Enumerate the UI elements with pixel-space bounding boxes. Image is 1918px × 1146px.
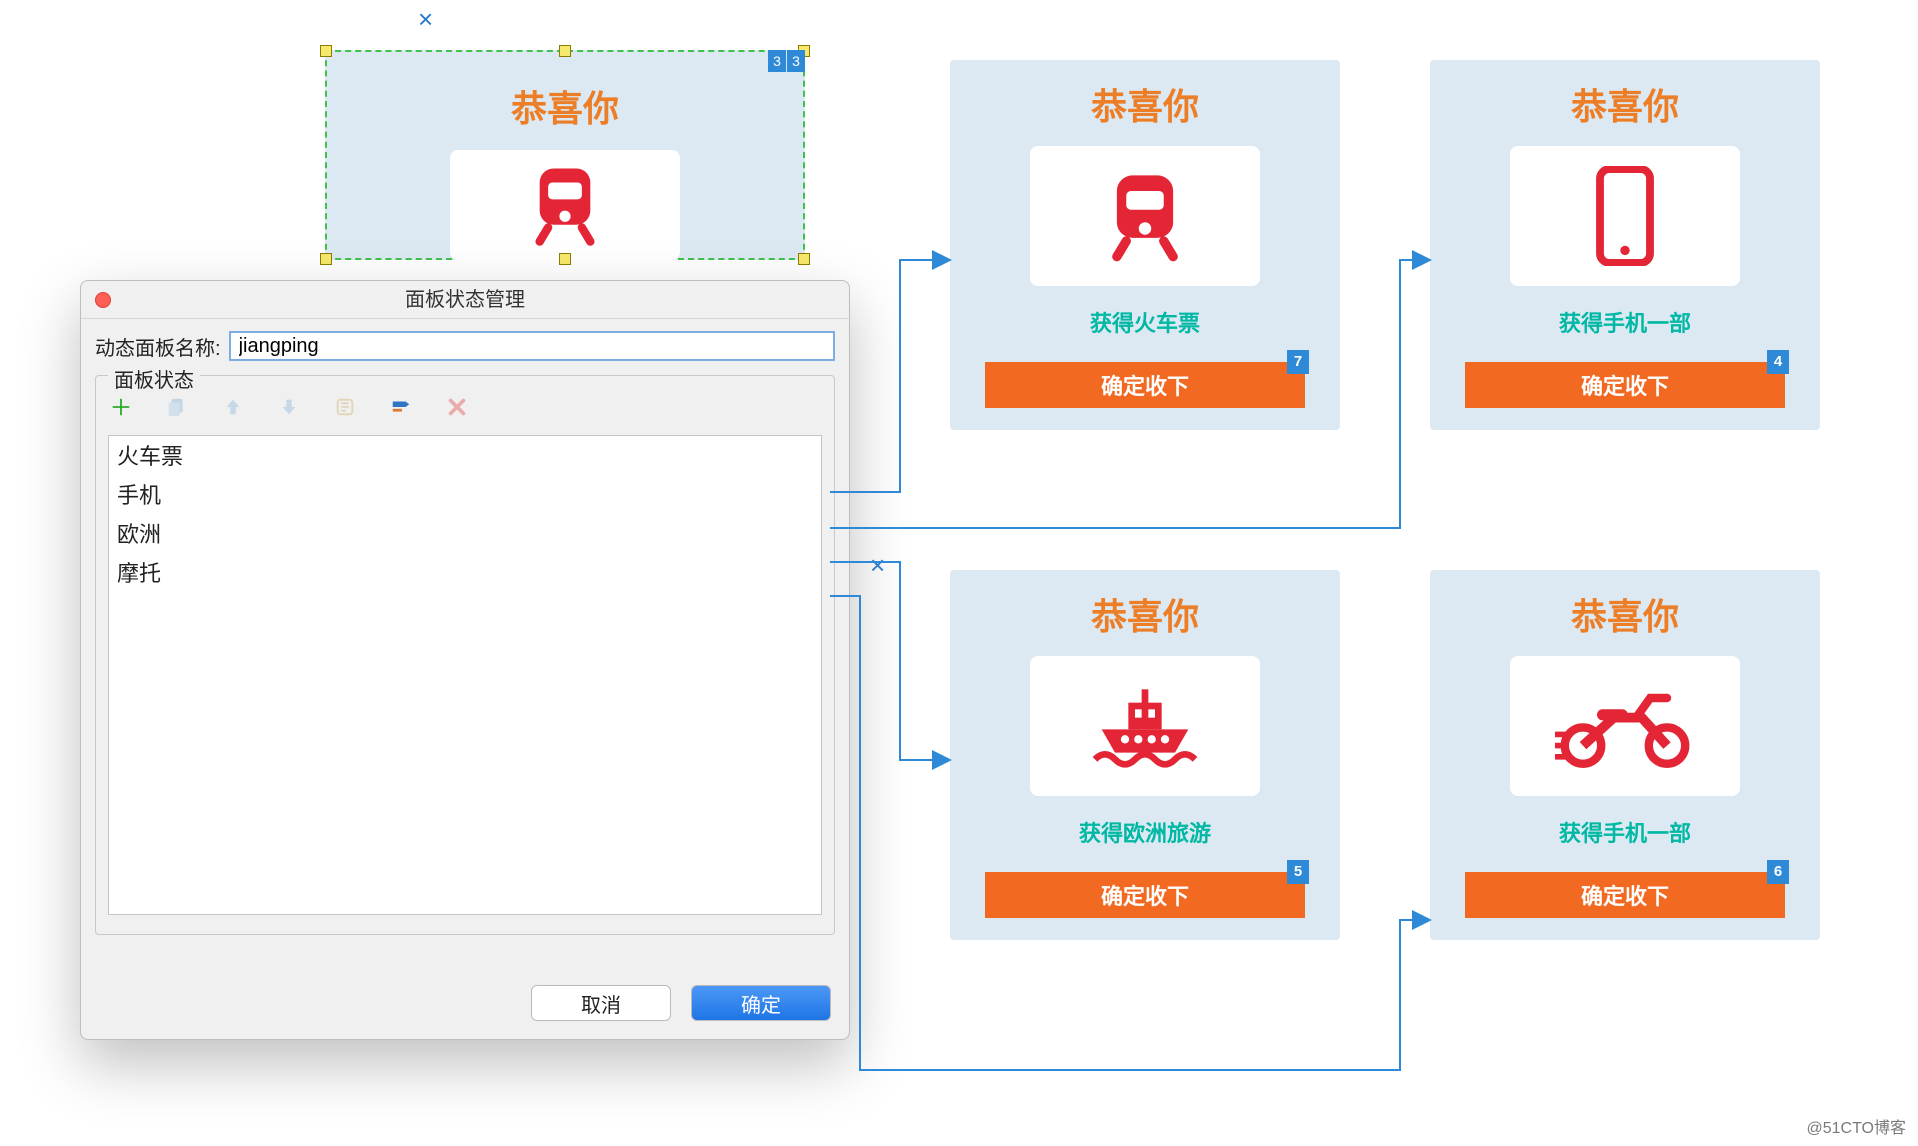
card-title: 恭喜你 (1091, 588, 1199, 640)
panel-states-legend: 面板状态 (108, 364, 200, 393)
state-item-train[interactable]: 火车票 (109, 436, 821, 475)
motorcycle-icon (1555, 676, 1695, 776)
card-title: 恭喜你 (1571, 588, 1679, 640)
edit-states-icon[interactable] (334, 396, 356, 423)
confirm-button[interactable]: 确定收下 7 (985, 362, 1305, 408)
card-iconbox (1030, 146, 1260, 286)
confirm-button[interactable]: 确定收下 4 (1465, 362, 1785, 408)
selected-panel[interactable]: 3 3 恭喜你 (325, 50, 805, 260)
resize-handle-tc[interactable] (559, 45, 571, 57)
card-badge: 7 (1287, 350, 1309, 374)
phone-icon (1585, 166, 1665, 266)
panel-state-dialog: 面板状态管理 动态面板名称: 面板状态 火车票 手机 欧洲 摩托 取消 确定 (80, 280, 850, 1040)
prize-card-train: 恭喜你 获得火车票 确定收下 7 (950, 60, 1340, 430)
confirm-label: 确定收下 (1581, 369, 1669, 401)
card-title: 恭喜你 (1091, 78, 1199, 130)
confirm-button[interactable]: 确定收下 5 (985, 872, 1305, 918)
card-subtitle: 获得欧洲旅游 (1079, 816, 1211, 848)
cancel-button[interactable]: 取消 (531, 985, 671, 1021)
add-state-icon[interactable] (110, 396, 132, 423)
ok-button[interactable]: 确定 (691, 985, 831, 1021)
resize-handle-br[interactable] (798, 253, 810, 265)
confirm-label: 确定收下 (1101, 369, 1189, 401)
dialog-titlebar[interactable]: 面板状态管理 (81, 281, 849, 319)
train-icon (1095, 166, 1195, 266)
panel-name-input[interactable] (229, 331, 835, 361)
duplicate-state-icon[interactable] (166, 396, 188, 423)
move-down-icon[interactable] (278, 396, 300, 423)
card-iconbox (1030, 656, 1260, 796)
selection-badge-b: 3 (787, 50, 805, 72)
dialog-title: 面板状态管理 (405, 289, 525, 311)
state-list[interactable]: 火车票 手机 欧洲 摩托 (108, 435, 822, 915)
card-iconbox (1510, 146, 1740, 286)
card-subtitle: 获得手机一部 (1559, 816, 1691, 848)
resize-handle-tl[interactable] (320, 45, 332, 57)
ship-icon (1085, 676, 1205, 776)
selected-panel-title: 恭喜你 (327, 52, 803, 132)
confirm-button[interactable]: 确定收下 6 (1465, 872, 1785, 918)
delete-state-icon[interactable] (446, 396, 468, 423)
panel-name-label: 动态面板名称: (95, 332, 221, 361)
resize-handle-bc[interactable] (559, 253, 571, 265)
prize-card-phone: 恭喜你 获得手机一部 确定收下 4 (1430, 60, 1820, 430)
card-subtitle: 获得手机一部 (1559, 306, 1691, 338)
edit-state-icon[interactable] (390, 396, 412, 423)
card-badge: 6 (1767, 860, 1789, 884)
card-title: 恭喜你 (1571, 78, 1679, 130)
close-icon[interactable]: × (870, 550, 885, 581)
card-subtitle: 获得火车票 (1090, 306, 1200, 338)
state-item-phone[interactable]: 手机 (109, 475, 821, 514)
card-iconbox (1510, 656, 1740, 796)
selection-badge: 3 3 (767, 50, 805, 72)
prize-card-bike: 恭喜你 获得手机一部 确定收下 6 (1430, 570, 1820, 940)
confirm-label: 确定收下 (1101, 879, 1189, 911)
move-up-icon[interactable] (222, 396, 244, 423)
train-icon (520, 160, 610, 250)
dialog-close-button[interactable] (95, 292, 111, 308)
states-toolbar (108, 390, 822, 435)
state-item-europe[interactable]: 欧洲 (109, 514, 821, 553)
selection-badge-a: 3 (768, 50, 786, 72)
prize-card-ship: 恭喜你 获得欧洲旅游 确定收下 5 (950, 570, 1340, 940)
resize-handle-bl[interactable] (320, 253, 332, 265)
close-icon[interactable]: × (418, 4, 433, 35)
confirm-label: 确定收下 (1581, 879, 1669, 911)
card-badge: 4 (1767, 350, 1789, 374)
watermark: @51CTO博客 (1806, 1114, 1906, 1138)
selected-panel-iconbox (450, 150, 680, 260)
panel-states-fieldset: 面板状态 火车票 手机 欧洲 摩托 (95, 375, 835, 935)
state-item-moto[interactable]: 摩托 (109, 553, 821, 592)
card-badge: 5 (1287, 860, 1309, 884)
